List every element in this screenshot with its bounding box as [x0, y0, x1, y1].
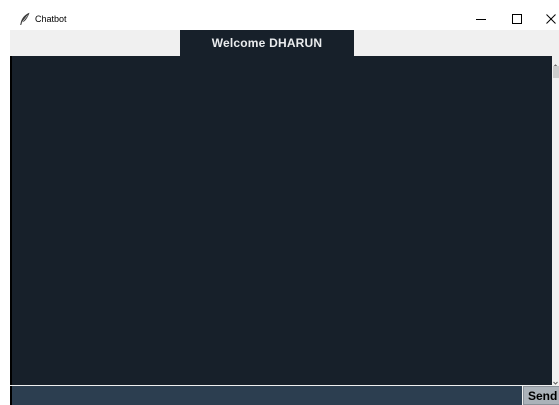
- chat-scrollbar[interactable]: [552, 56, 559, 385]
- close-icon: [546, 14, 556, 24]
- title-bar[interactable]: Chatbot: [10, 8, 559, 30]
- scrollbar-thumb[interactable]: [553, 66, 559, 78]
- message-input[interactable]: [10, 386, 522, 405]
- maximize-icon: [512, 14, 522, 24]
- header-band: Welcome DHARUN: [10, 30, 559, 56]
- window-title: Chatbot: [35, 14, 67, 24]
- scroll-down-arrow-icon[interactable]: [552, 374, 559, 385]
- maximize-button[interactable]: [501, 8, 533, 30]
- send-button[interactable]: Send: [523, 386, 559, 405]
- welcome-label: Welcome DHARUN: [180, 30, 354, 56]
- scroll-up-arrow-icon[interactable]: [552, 57, 559, 68]
- minimize-icon: [476, 19, 486, 20]
- chat-display[interactable]: [10, 56, 552, 385]
- close-button[interactable]: [535, 8, 559, 30]
- input-row: Send: [10, 385, 559, 405]
- feather-icon: [19, 12, 31, 26]
- chatbot-window: Chatbot Welcome DHARUN Send: [0, 0, 559, 405]
- minimize-button[interactable]: [465, 8, 497, 30]
